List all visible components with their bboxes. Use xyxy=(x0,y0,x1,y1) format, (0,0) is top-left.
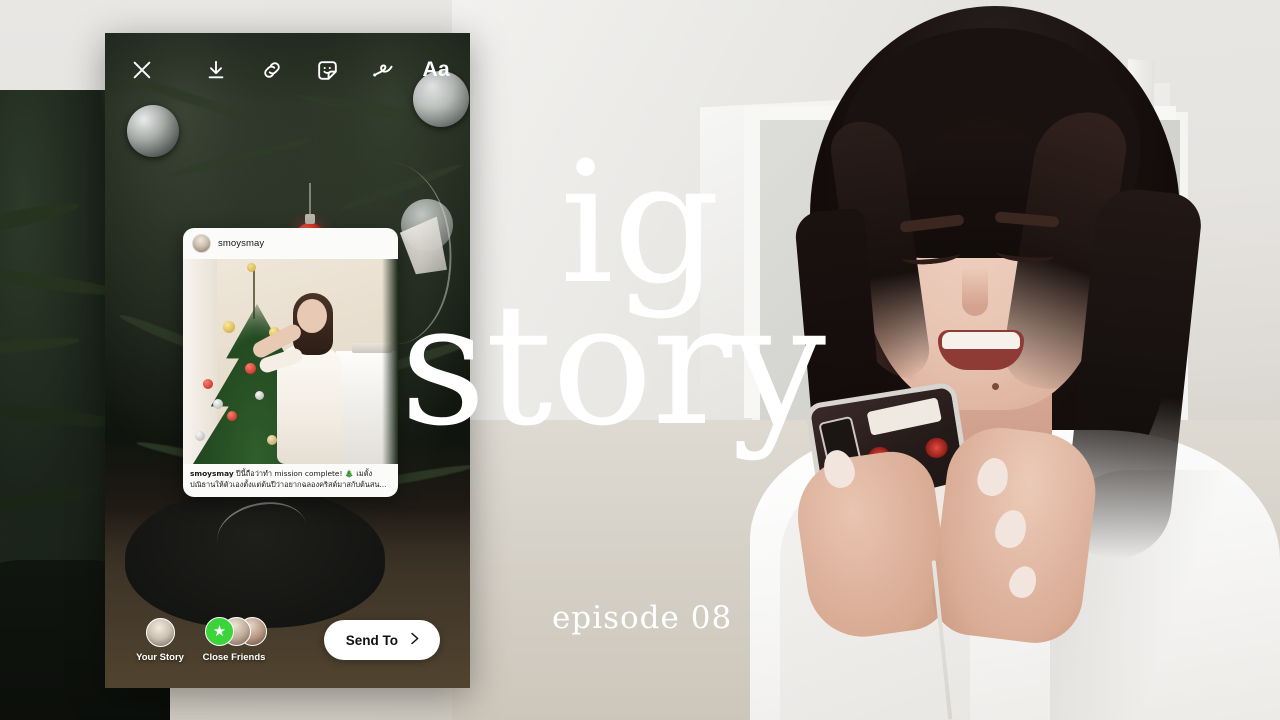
shared-post-sticker[interactable]: smoysmay smoysmay ปีนี้ถือว่าทำ mission … xyxy=(183,228,398,498)
close-friends-avatar-group: ★ xyxy=(205,617,267,647)
nose xyxy=(962,268,988,316)
video-frame: Aa smoysmay smoysmay ปีนี้ถือว่าทำ missi… xyxy=(0,0,1280,720)
draw-icon[interactable] xyxy=(367,53,401,87)
close-friends-stack: ★ xyxy=(205,617,267,647)
star-icon: ★ xyxy=(205,617,234,646)
photo-edge-shadow xyxy=(382,259,398,464)
toolbar-right-group: Aa xyxy=(199,53,450,87)
person-subject xyxy=(690,0,1280,720)
tree-branch xyxy=(0,483,101,518)
tree-branch xyxy=(0,334,81,358)
share-option-label: Close Friends xyxy=(202,652,266,663)
teeth xyxy=(942,332,1020,349)
close-icon[interactable] xyxy=(125,53,159,87)
ornament-silver xyxy=(213,399,223,409)
mouth xyxy=(938,330,1024,370)
share-option-your-story[interactable]: Your Story xyxy=(123,617,197,663)
share-option-label: Your Story xyxy=(136,652,184,663)
link-icon[interactable] xyxy=(255,53,289,87)
avatar xyxy=(145,617,175,647)
post-header: smoysmay xyxy=(183,228,398,259)
post-caption: smoysmay ปีนี้ถือว่าทำ mission complete!… xyxy=(183,464,398,497)
tree-topper xyxy=(247,263,256,272)
story-editor-toolbar: Aa xyxy=(105,33,470,107)
send-to-label: Send To xyxy=(345,632,398,648)
ornament-red xyxy=(203,379,213,389)
post-photo xyxy=(183,259,398,464)
your-story-avatar-group xyxy=(145,617,175,647)
caption-author: smoysmay xyxy=(190,469,234,478)
text-icon[interactable]: Aa xyxy=(423,58,450,82)
ornament-silver xyxy=(255,391,264,400)
avatar xyxy=(192,234,211,253)
chevron-right-icon xyxy=(407,631,422,649)
pine-needle xyxy=(166,134,314,181)
phone-screen-recording: Aa smoysmay smoysmay ปีนี้ถือว่าทำ missi… xyxy=(105,33,470,688)
person-in-photo xyxy=(250,287,347,464)
post-username: smoysmay xyxy=(218,238,265,249)
phone-sticker xyxy=(866,397,942,436)
toolbar-left-group xyxy=(125,53,159,87)
ornament-silver xyxy=(127,105,179,157)
tree-branch xyxy=(0,197,81,239)
mole xyxy=(992,383,999,390)
download-icon[interactable] xyxy=(199,53,233,87)
ornament-silver xyxy=(195,431,205,441)
head xyxy=(297,299,327,333)
ornament-red xyxy=(245,363,256,374)
send-to-button[interactable]: Send To xyxy=(323,620,440,660)
sticker-icon[interactable] xyxy=(311,53,345,87)
tree-branch xyxy=(0,264,121,300)
share-bar: Your Story ★ Close Friends Send To xyxy=(105,592,470,688)
ornament-red xyxy=(227,411,237,421)
episode-label: episode 08 xyxy=(552,600,733,636)
share-option-close-friends[interactable]: ★ Close Friends xyxy=(197,617,271,663)
ornament-gold xyxy=(223,321,235,333)
